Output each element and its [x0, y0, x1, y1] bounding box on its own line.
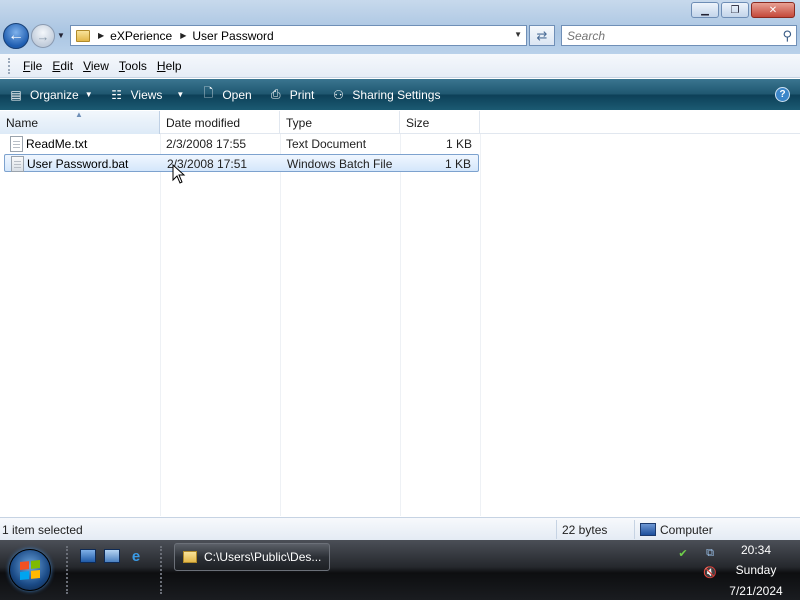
- refresh-icon: ⇄: [536, 27, 548, 43]
- column-header-date-modified[interactable]: Date modified: [160, 111, 280, 134]
- title-bar: ▁ ❐ ✕ ← → ▼ ▶ eXPerience ▶ User Password…: [0, 0, 800, 54]
- taskbar-window-button[interactable]: C:\Users\Public\Des...: [174, 543, 330, 571]
- forward-arrow-icon: →: [36, 28, 50, 44]
- sharing-settings-label: Sharing Settings: [352, 87, 441, 102]
- close-button[interactable]: ✕: [751, 2, 795, 18]
- menu-grip: [8, 57, 12, 74]
- breadcrumb-user-password[interactable]: User Password: [192, 29, 273, 43]
- open-label: Open: [222, 87, 252, 102]
- taskbar-window-title: C:\Users\Public\Des...: [204, 550, 322, 564]
- text-file-icon: [10, 136, 23, 152]
- status-location: Computer: [660, 523, 713, 537]
- search-input[interactable]: [562, 26, 762, 45]
- column-header-row: ▲ Name Date modified Type Size: [0, 110, 800, 134]
- column-divider: [160, 134, 161, 516]
- help-icon[interactable]: ?: [775, 87, 790, 102]
- window-controls: ▁ ❐ ✕: [691, 2, 795, 18]
- show-desktop-icon[interactable]: [80, 549, 96, 563]
- taskbar-grip[interactable]: [160, 546, 163, 594]
- search-box: ⚲: [561, 25, 797, 46]
- menu-help[interactable]: Help: [152, 59, 187, 73]
- back-button[interactable]: ←: [3, 23, 29, 49]
- clock-time[interactable]: 20:34: [726, 543, 786, 557]
- status-bar: 1 item selected 22 bytes Computer: [0, 517, 800, 540]
- menu-edit[interactable]: Edit: [47, 59, 78, 73]
- column-divider: [400, 134, 401, 516]
- column-divider: [480, 134, 481, 516]
- column-header-size[interactable]: Size: [400, 111, 480, 134]
- status-divider: [634, 520, 635, 539]
- sharing-icon: ⚇: [333, 87, 344, 102]
- status-divider: [556, 520, 557, 539]
- address-bar[interactable]: ▶ eXPerience ▶ User Password ▼: [70, 25, 527, 46]
- file-type: Windows Batch File: [287, 157, 393, 171]
- open-button[interactable]: 🗋 Open: [200, 86, 252, 103]
- views-icon: ☷: [111, 87, 122, 102]
- internet-explorer-icon[interactable]: e: [128, 548, 144, 565]
- file-row-readme[interactable]: ReadMe.txt 2/3/2008 17:55 Text Document …: [4, 135, 479, 153]
- file-type: Text Document: [286, 137, 367, 151]
- organize-dropdown-icon: ▼: [84, 90, 93, 99]
- forward-button[interactable]: →: [31, 24, 55, 48]
- menu-file[interactable]: File: [18, 59, 47, 73]
- minimize-button[interactable]: ▁: [691, 2, 719, 18]
- column-divider: [280, 134, 281, 516]
- file-size: 1 KB: [444, 157, 471, 171]
- switch-windows-icon[interactable]: [104, 549, 120, 563]
- quick-launch-grip[interactable]: [66, 546, 69, 594]
- security-status-icon[interactable]: ✔: [676, 546, 690, 560]
- organize-icon: ▤: [10, 87, 22, 102]
- breadcrumb-separator-icon[interactable]: ▶: [98, 31, 104, 40]
- organize-button[interactable]: ▤ Organize ▼: [8, 87, 93, 103]
- clock-day[interactable]: Sunday: [722, 563, 790, 577]
- views-button[interactable]: ☷ Views ▼: [109, 87, 184, 103]
- volume-muted-icon[interactable]: 🔇: [703, 565, 717, 579]
- document-icon: 🗋: [203, 86, 214, 100]
- file-size: 1 KB: [445, 137, 472, 151]
- menu-tools[interactable]: Tools: [114, 59, 152, 73]
- views-dropdown-icon[interactable]: ▼: [176, 90, 184, 99]
- file-name: User Password.bat: [27, 157, 129, 171]
- status-size: 22 bytes: [562, 523, 608, 537]
- column-header-name[interactable]: ▲ Name: [0, 110, 160, 134]
- command-bar: ▤ Organize ▼ ☷ Views ▼ 🗋 Open ⎙ Print ⚇ …: [0, 79, 800, 110]
- breadcrumb-separator-icon[interactable]: ▶: [180, 31, 186, 40]
- sharing-settings-button[interactable]: ⚇ Sharing Settings: [330, 87, 440, 103]
- back-arrow-icon: ←: [8, 27, 24, 44]
- menu-view[interactable]: View: [78, 59, 114, 73]
- folder-icon: [183, 551, 197, 563]
- search-icon[interactable]: ⚲: [782, 28, 792, 44]
- file-list: ▲ Name Date modified Type Size ReadMe.tx…: [0, 110, 800, 516]
- views-label: Views: [130, 87, 163, 102]
- taskbar: e C:\Users\Public\Des... ✔ ⧉ 🔇 20:34 Sun…: [0, 540, 800, 600]
- status-selection-count: 1 item selected: [2, 523, 83, 537]
- batch-file-icon: [11, 156, 24, 172]
- address-dropdown-icon[interactable]: ▼: [514, 30, 522, 39]
- file-row-user-password-bat[interactable]: User Password.bat 2/3/2008 17:51 Windows…: [4, 154, 479, 172]
- network-icon[interactable]: ⧉: [703, 546, 717, 560]
- refresh-button[interactable]: ⇄: [529, 25, 555, 46]
- organize-label: Organize: [30, 87, 79, 102]
- breadcrumb-experience[interactable]: eXPerience: [110, 29, 172, 43]
- folder-icon: [76, 29, 90, 42]
- print-button[interactable]: ⎙ Print: [268, 87, 315, 103]
- clock-date[interactable]: 7/21/2024: [720, 584, 792, 598]
- start-button[interactable]: [9, 549, 51, 591]
- printer-icon: ⎙: [270, 87, 281, 101]
- recent-pages-dropdown-icon[interactable]: ▼: [57, 31, 65, 40]
- file-date: 2/3/2008 17:55: [166, 137, 247, 151]
- column-header-type[interactable]: Type: [280, 111, 400, 134]
- windows-logo-icon: [20, 559, 40, 581]
- menu-bar: File Edit View Tools Help: [0, 54, 800, 78]
- print-label: Print: [289, 87, 315, 102]
- maximize-button[interactable]: ❐: [721, 2, 749, 18]
- computer-icon: [640, 523, 656, 536]
- file-name: ReadMe.txt: [26, 137, 88, 151]
- sort-ascending-icon: ▲: [75, 110, 83, 119]
